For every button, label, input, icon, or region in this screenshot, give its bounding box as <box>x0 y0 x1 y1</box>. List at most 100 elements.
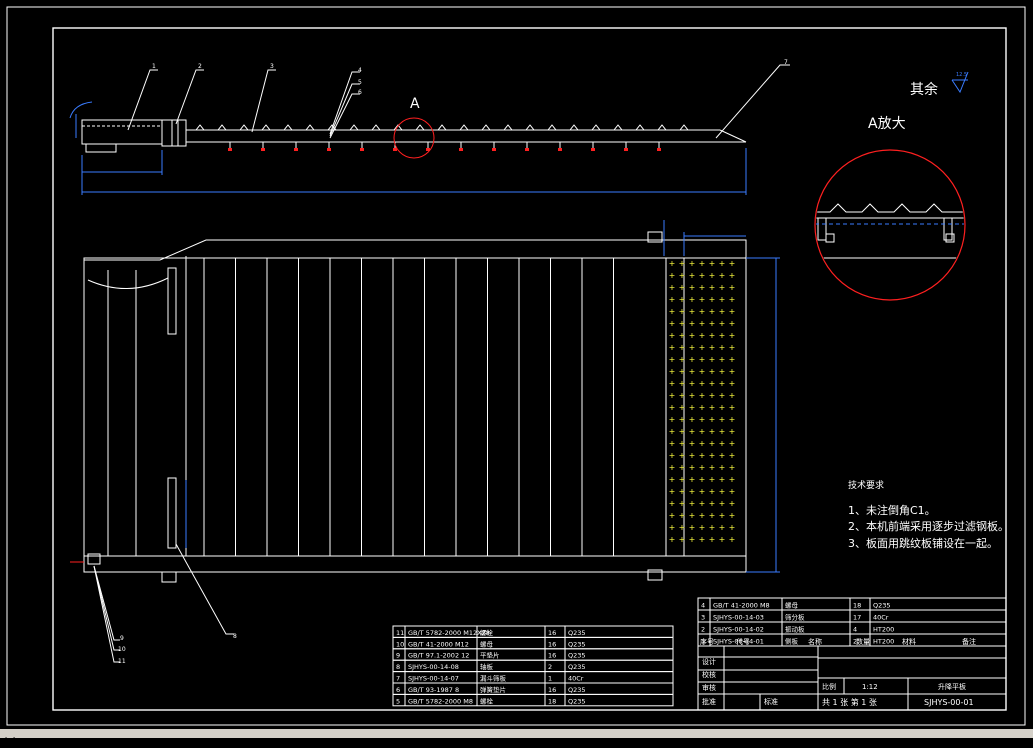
bom-header-cell: 代号 <box>736 637 750 646</box>
svg-text:+: + <box>719 391 726 400</box>
tb-design: 设计 <box>702 657 716 666</box>
bom-cell: 40Cr <box>873 614 889 622</box>
balloon-5: 5 <box>358 79 362 86</box>
svg-text:+: + <box>709 271 716 280</box>
svg-text:+: + <box>719 307 726 316</box>
svg-text:+: + <box>669 259 676 268</box>
svg-text:+: + <box>699 319 706 328</box>
svg-text:+: + <box>689 487 696 496</box>
svg-text:+: + <box>709 295 716 304</box>
svg-text:+: + <box>679 427 686 436</box>
bom-cell: HT200 <box>873 626 894 634</box>
svg-text:+: + <box>709 427 716 436</box>
requirements-title: 技术要求 <box>848 479 884 491</box>
svg-text:+: + <box>669 283 676 292</box>
svg-text:+: + <box>719 439 726 448</box>
svg-text:+: + <box>679 319 686 328</box>
svg-text:+: + <box>729 355 736 364</box>
svg-text:+: + <box>719 259 726 268</box>
roughness-label: 其余 <box>910 81 938 98</box>
bom-cell: 振动板 <box>785 625 805 634</box>
svg-text:+: + <box>719 319 726 328</box>
svg-text:+: + <box>689 343 696 352</box>
svg-text:+: + <box>679 331 686 340</box>
command-line[interactable]: 命令: <box>0 729 1033 746</box>
balloon-4: 4 <box>358 67 362 74</box>
svg-text:+: + <box>669 379 676 388</box>
svg-text:+: + <box>729 295 736 304</box>
tb-std: 标准 <box>764 697 778 706</box>
svg-text:+: + <box>679 259 686 268</box>
svg-text:+: + <box>669 451 676 460</box>
bom-cell: Q235 <box>568 663 586 671</box>
svg-text:+: + <box>679 343 686 352</box>
svg-text:+: + <box>719 487 726 496</box>
bom-cell: Q235 <box>568 697 586 705</box>
svg-text:+: + <box>719 331 726 340</box>
bom-cell: 18 <box>548 697 556 705</box>
svg-text:+: + <box>709 499 716 508</box>
svg-text:+: + <box>709 523 716 532</box>
bom-cell: GB/T 93-1987 8 <box>408 686 459 694</box>
bom-cell: GB/T 97.1-2002 12 <box>408 652 469 660</box>
bom-cell: 9 <box>396 652 400 660</box>
bom-cell: 3 <box>701 614 705 622</box>
svg-text:+: + <box>719 379 726 388</box>
svg-text:+: + <box>709 451 716 460</box>
svg-text:+: + <box>669 367 676 376</box>
svg-text:+: + <box>689 499 696 508</box>
bom-cell: 2 <box>548 663 552 671</box>
svg-text:+: + <box>669 319 676 328</box>
svg-text:+: + <box>669 295 676 304</box>
bom-cell: SJHYS-00-14-02 <box>713 626 764 634</box>
balloon-7: 7 <box>784 59 788 66</box>
svg-text:+: + <box>709 403 716 412</box>
bom-cell: 17 <box>853 614 861 622</box>
svg-text:+: + <box>719 427 726 436</box>
svg-text:+: + <box>729 511 736 520</box>
svg-text:+: + <box>689 523 696 532</box>
svg-text:+: + <box>669 331 676 340</box>
svg-text:+: + <box>689 283 696 292</box>
svg-text:+: + <box>719 535 726 544</box>
bom-cell: SJHYS-00-14-08 <box>408 663 459 671</box>
svg-text:+: + <box>679 451 686 460</box>
bom-cell: 11 <box>396 629 404 637</box>
svg-text:+: + <box>679 403 686 412</box>
bom-header-cell: 数量 <box>856 637 870 646</box>
svg-text:+: + <box>689 427 696 436</box>
svg-text:+: + <box>699 331 706 340</box>
bom-cell: 平垫片 <box>480 651 500 660</box>
svg-text:+: + <box>669 307 676 316</box>
svg-text:+: + <box>729 427 736 436</box>
bom-cell: Q235 <box>568 686 586 694</box>
bom-cell: 侧板 <box>785 637 799 646</box>
svg-text:+: + <box>689 331 696 340</box>
svg-text:+: + <box>729 367 736 376</box>
detail-label-a: A <box>410 96 420 112</box>
svg-text:+: + <box>719 367 726 376</box>
bom-cell: 16 <box>548 629 556 637</box>
svg-text:+: + <box>719 283 726 292</box>
balloon-8: 8 <box>233 633 237 640</box>
svg-text:+: + <box>709 475 716 484</box>
svg-text:+: + <box>699 391 706 400</box>
bom-cell: 5 <box>396 697 400 705</box>
svg-text:+: + <box>669 271 676 280</box>
svg-text:+: + <box>729 415 736 424</box>
svg-text:+: + <box>689 379 696 388</box>
svg-text:+: + <box>689 535 696 544</box>
bom-cell: 轴板 <box>480 662 494 671</box>
roughness-value: 12.5 <box>956 72 967 78</box>
svg-text:+: + <box>729 523 736 532</box>
svg-text:+: + <box>669 403 676 412</box>
svg-text:+: + <box>669 439 676 448</box>
svg-text:+: + <box>689 451 696 460</box>
bom-cell: 1 <box>548 675 552 683</box>
command-prompt: 命令: <box>2 737 23 746</box>
tb-check: 校核 <box>702 670 716 679</box>
svg-text:+: + <box>709 391 716 400</box>
bom-cell: 18 <box>853 602 861 610</box>
bom-header-cell: 备注 <box>962 637 976 646</box>
bom-cell: 16 <box>548 640 556 648</box>
